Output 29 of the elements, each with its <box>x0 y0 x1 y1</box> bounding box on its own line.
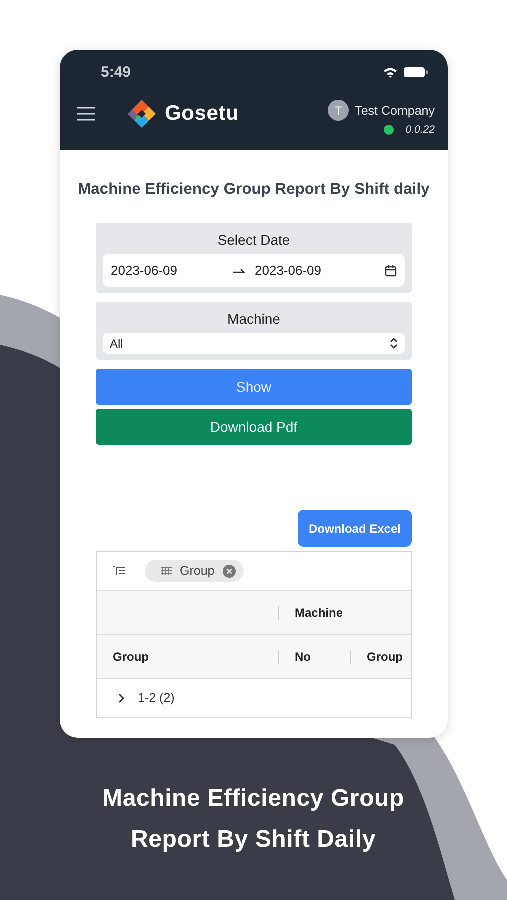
report-title: Machine Efficiency Group Report By Shift daily <box>77 181 431 199</box>
column-group-header: Machine <box>295 606 344 620</box>
wifi-icon <box>383 66 398 78</box>
date-label: Select Date <box>218 232 290 248</box>
tree-list-icon[interactable] <box>113 566 125 576</box>
company-name: Test Company <box>355 104 435 118</box>
menu-icon[interactable] <box>77 107 95 121</box>
brand-name: Gosetu <box>165 102 240 126</box>
caption: Machine Efficiency Group Report By Shift Daily <box>102 784 406 855</box>
date-range-field[interactable]: 2023-06-09 2023-06-09 <box>103 254 405 287</box>
status-time: 5:49 <box>101 64 132 80</box>
download-pdf-button[interactable]: Download Pdf <box>96 409 412 445</box>
column-header[interactable]: Group <box>367 650 403 664</box>
chevron-updown-icon <box>390 338 398 349</box>
group-chip[interactable]: Group <box>145 560 244 582</box>
group-label: 1-2 (2) <box>138 691 175 705</box>
grid-icon <box>161 567 172 575</box>
column-header[interactable]: No <box>295 650 311 664</box>
column-header[interactable]: Group <box>113 650 149 664</box>
logo-icon <box>127 99 157 129</box>
calendar-icon <box>385 264 397 276</box>
machine-label: Machine <box>228 311 280 327</box>
version-label: 0.0.22 <box>406 124 435 136</box>
battery-icon <box>404 66 428 78</box>
machine-select[interactable]: All <box>103 333 405 354</box>
close-icon[interactable] <box>222 564 236 578</box>
download-excel-button[interactable]: Download Excel <box>298 510 412 547</box>
group-row[interactable]: 1-2 (2) <box>97 679 411 718</box>
chevron-right-icon[interactable] <box>118 692 125 704</box>
